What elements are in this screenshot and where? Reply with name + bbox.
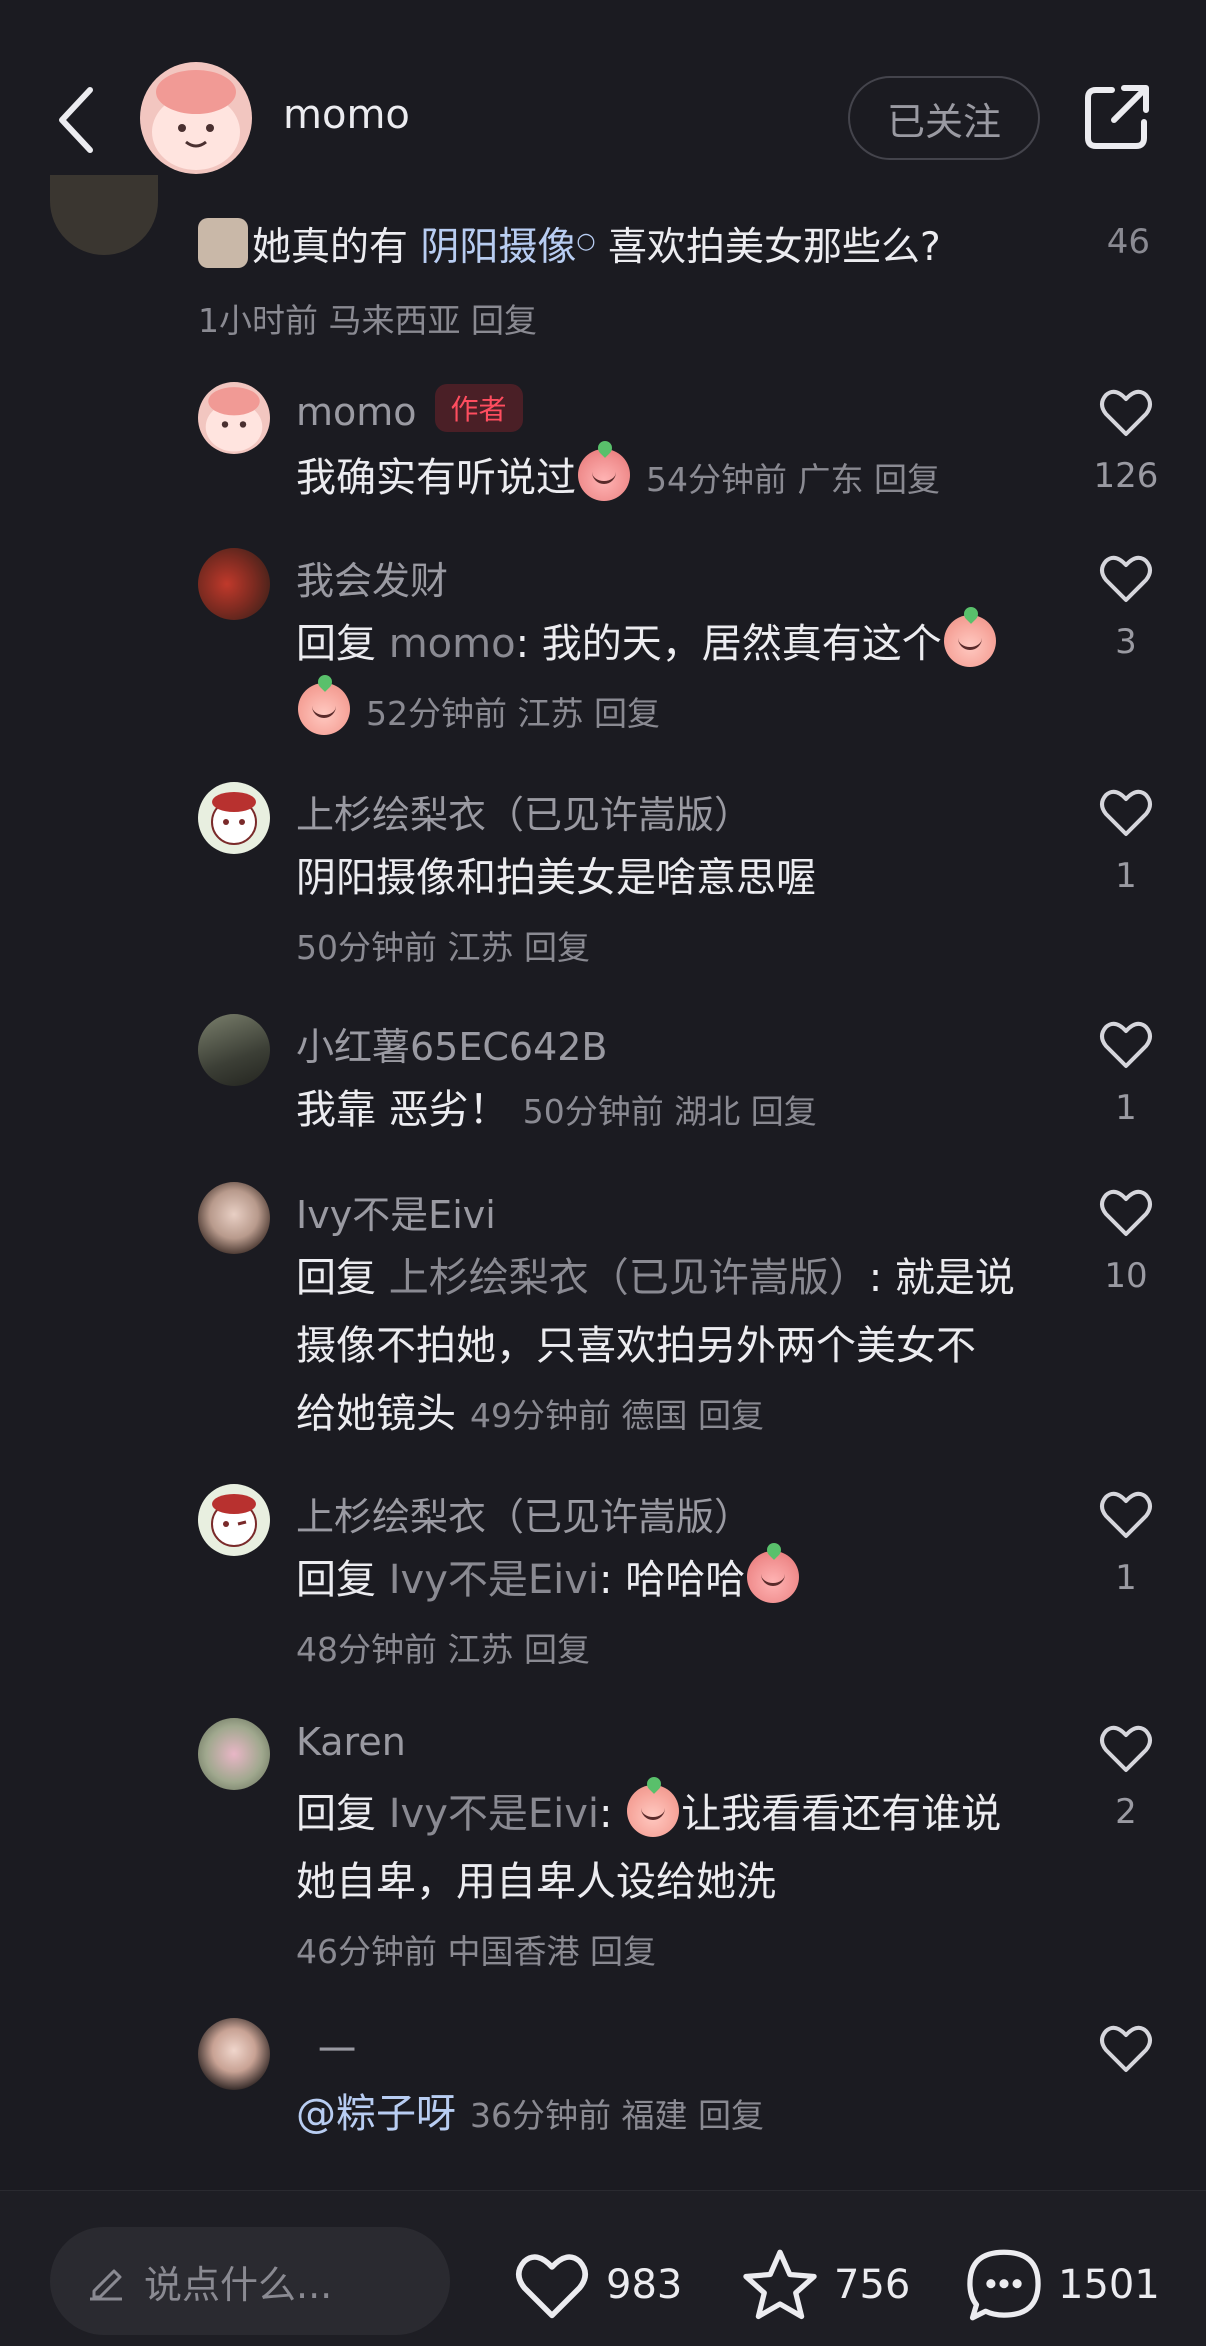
heart-icon[interactable] [1098,1486,1154,1542]
pencil-icon [90,2269,122,2301]
crying-emoji-icon [578,449,630,501]
heart-icon[interactable] [1098,2020,1154,2076]
peach-emoji-icon [298,683,350,735]
search-keyword-link[interactable]: 阴阳摄像 [420,225,576,270]
reply-author[interactable]: 小红薯65EC642B [296,1016,608,1071]
mention-link[interactable]: @粽子呀 [296,2091,456,2137]
heart-icon[interactable] [1098,384,1154,440]
heart-icon[interactable] [1098,1720,1154,1776]
reply-author[interactable]: 上杉绘梨衣（已见许嵩版） [296,1486,752,1541]
reply-author[interactable]: 一 [318,2020,356,2075]
reply-author[interactable]: Ivy不是Eivi [296,1184,496,1239]
reply-text-continued: 50分钟前 江苏 回复 [296,912,590,982]
author-badge: 作者 [434,384,523,432]
comment-input-placeholder: 说点什么... [144,2262,333,2307]
crying-emoji-icon [747,1551,800,1603]
reply-target[interactable]: Ivy不是Eivi [389,1557,599,1603]
reply-meta[interactable]: 52分钟前 江苏 回复 [366,694,660,733]
avatar[interactable] [198,1014,270,1086]
like-total: 983 [606,2262,683,2308]
reply-meta[interactable]: 48分钟前 江苏 回复 [296,1630,590,1669]
like-count: 10 [1104,1256,1148,1296]
reply-text: 回复 Ivy不是Eivi: 哈哈哈 [296,1546,801,1614]
favorite-total: 756 [834,2262,911,2308]
reply-text: 我确实有听说过 54分钟前 广东 回复 [296,444,940,514]
search-icon: ○ [576,229,596,254]
reply-target[interactable]: momo [389,621,516,667]
reply-text: 回复 上杉绘梨衣（已见许嵩版）: 就是说 [296,1255,1015,1301]
peach-emoji-icon [943,615,996,667]
comment-input[interactable]: 说点什么... [50,2227,450,2335]
heart-icon[interactable] [1098,550,1154,606]
avatar[interactable] [198,1718,270,1790]
heart-icon[interactable] [1098,1184,1154,1240]
like-count: 2 [1115,1792,1137,1832]
reply-meta[interactable]: 46分钟前 中国香港 回复 [296,1932,656,1971]
like-count: 3 [1115,622,1137,662]
reply-text: 回复 Ivy不是Eivi: 让我看看还有谁说 [296,1780,1001,1848]
reply-text-continued: 46分钟前 中国香港 回复 [296,1916,656,1986]
reply-text: 回复 momo: 我的天，居然真有这个 [296,610,998,678]
like-count: 1 [1115,856,1137,896]
reply-meta[interactable]: 50分钟前 湖北 回复 [523,1092,817,1131]
reply-author[interactable]: 上杉绘梨衣（已见许嵩版） [296,784,752,839]
comment-bubble-icon [967,2249,1041,2321]
reply-text: @粽子呀 36分钟前 福建 回复 [296,2080,764,2150]
reply-text-continued: 给她镜头 49分钟前 德国 回复 [296,1391,764,1437]
reply-text-continued: 48分钟前 江苏 回复 [296,1614,590,1684]
heart-icon[interactable] [1098,784,1154,840]
like-count: 1 [1115,1088,1137,1128]
favorite-button[interactable]: 756 [740,2245,910,2325]
reply-text-continued: 她自卑，用自卑人设给她洗 [296,1859,776,1905]
comment-text: 她真的有 阴阳摄像○ 喜欢拍美女那些么? [198,216,941,272]
avatar[interactable] [198,2018,270,2090]
follow-button[interactable]: 已关注 [848,76,1040,160]
comment-total: 1501 [1058,2262,1160,2308]
reply-author[interactable]: Karen [296,1720,406,1764]
reply-target[interactable]: 上杉绘梨衣（已见许嵩版） [389,1255,869,1301]
comment-meta[interactable]: 1小时前 马来西亚 回复 [198,294,537,342]
reply-text: 我靠 恶劣！ 50分钟前 湖北 回复 [296,1087,817,1133]
reply-meta[interactable]: 50分钟前 江苏 回复 [296,928,590,967]
sticker-emoji-icon [198,218,248,268]
reply-text: 阴阳摄像和拍美女是啥意思喔 [296,855,816,901]
share-icon[interactable] [1082,82,1152,152]
heart-icon[interactable] [1098,1016,1154,1072]
comment-button[interactable]: 1501 [964,2245,1160,2325]
reply-author[interactable]: momo 作者 [296,384,523,434]
like-count: 126 [1093,456,1159,496]
reply-meta[interactable]: 49分钟前 德国 回复 [470,1396,764,1435]
reply-target[interactable]: Ivy不是Eivi [389,1791,599,1837]
reply-meta[interactable]: 36分钟前 福建 回复 [470,2096,764,2135]
reply-author[interactable]: 我会发财 [296,550,448,605]
avatar[interactable] [198,782,270,854]
star-icon [743,2249,817,2320]
reply-meta[interactable]: 54分钟前 广东 回复 [646,460,940,499]
author-name[interactable]: momo [283,92,410,138]
like-button[interactable]: 983 [512,2245,682,2325]
avatar[interactable] [198,1484,270,1556]
like-count: 46 [1106,222,1150,262]
like-count: 1 [1115,1558,1137,1598]
peach-emoji-icon [627,1785,680,1837]
back-arrow-icon[interactable] [50,80,110,160]
avatar[interactable] [198,548,270,620]
reply-text-continued: 52分钟前 江苏 回复 [296,678,660,748]
reply-text-continued: 摄像不拍她，只喜欢拍另外两个美女不 [296,1323,976,1369]
author-avatar[interactable] [140,62,252,174]
avatar[interactable] [198,382,270,454]
commenter-avatar[interactable] [50,175,158,255]
bottom-bar: 说点什么... 983 756 1501 [0,2190,1206,2346]
top-bar: momo 已关注 [0,0,1206,210]
heart-icon [516,2254,588,2319]
avatar[interactable] [198,1182,270,1254]
